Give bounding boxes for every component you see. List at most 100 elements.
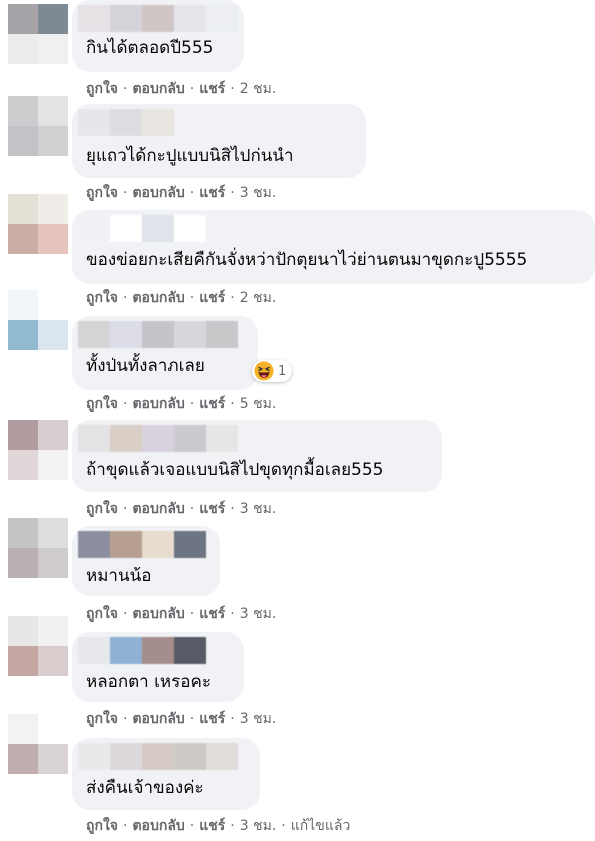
- author-name-pixel: [142, 743, 174, 770]
- avatar[interactable]: [8, 290, 68, 350]
- author-name-blurred[interactable]: [78, 531, 206, 558]
- separator-dot: ·: [230, 606, 235, 622]
- share-button[interactable]: แชร์: [199, 185, 225, 201]
- reply-button[interactable]: ตอบกลับ: [132, 501, 184, 517]
- author-name-pixel: [110, 531, 142, 558]
- author-name-pixel: [78, 743, 110, 770]
- edited-label[interactable]: แก้ไขแล้ว: [291, 818, 351, 834]
- like-button[interactable]: ถูกใจ: [86, 818, 118, 834]
- reply-button[interactable]: ตอบกลับ: [132, 81, 184, 97]
- author-name-pixel: [206, 425, 238, 452]
- author-name-pixel: [110, 743, 142, 770]
- comment-timestamp[interactable]: 3 ชม.: [240, 818, 277, 834]
- avatar-pixel: [8, 714, 38, 744]
- author-name-blurred[interactable]: [78, 425, 238, 452]
- share-button[interactable]: แชร์: [199, 501, 225, 517]
- comment-bubble: กินได้ตลอดปี555: [72, 0, 244, 72]
- reply-button[interactable]: ตอบกลับ: [132, 290, 184, 306]
- share-button[interactable]: แชร์: [199, 606, 225, 622]
- like-button[interactable]: ถูกใจ: [86, 185, 118, 201]
- like-button[interactable]: ถูกใจ: [86, 606, 118, 622]
- author-name-pixel: [142, 531, 174, 558]
- avatar-pixel: [8, 744, 38, 774]
- share-button[interactable]: แชร์: [199, 818, 225, 834]
- author-name-pixel: [78, 109, 110, 136]
- separator-dot: ·: [230, 81, 235, 97]
- avatar[interactable]: [8, 96, 68, 156]
- avatar-pixel: [8, 34, 38, 64]
- separator-dot: ·: [189, 185, 195, 201]
- reply-button[interactable]: ตอบกลับ: [132, 396, 184, 412]
- author-name-pixel: [78, 425, 110, 452]
- comment-timestamp[interactable]: 2 ชม.: [240, 81, 277, 97]
- avatar-pixel: [8, 224, 38, 254]
- author-name-pixel: [78, 5, 110, 32]
- author-name-blurred[interactable]: [78, 109, 174, 136]
- separator-dot: ·: [123, 606, 128, 622]
- comment-timestamp[interactable]: 3 ชม.: [240, 606, 277, 622]
- author-name-pixel: [174, 321, 206, 348]
- like-button[interactable]: ถูกใจ: [86, 81, 118, 97]
- share-button[interactable]: แชร์: [199, 81, 225, 97]
- avatar[interactable]: [8, 4, 68, 64]
- comment-bubble: ทั้งป่นทั้งลาภเลย: [72, 316, 258, 390]
- comment-text: ยุแถวได้กะปูแบบนิสิไปก่นนำ: [86, 146, 294, 166]
- separator-dot: ·: [189, 818, 195, 834]
- avatar[interactable]: [8, 616, 68, 676]
- reply-button[interactable]: ตอบกลับ: [132, 711, 184, 727]
- comment-timestamp[interactable]: 5 ชม.: [240, 396, 277, 412]
- author-name-pixel: [110, 5, 142, 32]
- avatar-pixel: [38, 34, 68, 64]
- author-name-blurred[interactable]: [78, 637, 206, 664]
- avatar[interactable]: [8, 420, 68, 480]
- avatar-pixel: [38, 194, 68, 224]
- avatar-pixel: [8, 646, 38, 676]
- comment-timestamp[interactable]: 3 ชม.: [240, 185, 277, 201]
- author-name-pixel: [206, 743, 238, 770]
- comment-timestamp[interactable]: 3 ชม.: [240, 711, 277, 727]
- share-button[interactable]: แชร์: [199, 396, 225, 412]
- avatar-pixel: [38, 714, 68, 744]
- author-name-pixel: [78, 215, 110, 242]
- author-name-blurred[interactable]: [78, 215, 206, 242]
- like-button[interactable]: ถูกใจ: [86, 711, 118, 727]
- avatar[interactable]: [8, 518, 68, 578]
- author-name-pixel: [142, 215, 174, 242]
- comment-timestamp[interactable]: 2 ชม.: [240, 290, 277, 306]
- separator-dot: ·: [189, 711, 195, 727]
- like-button[interactable]: ถูกใจ: [86, 290, 118, 306]
- author-name-blurred[interactable]: [78, 321, 238, 348]
- comment-timestamp[interactable]: 3 ชม.: [240, 501, 277, 517]
- avatar[interactable]: [8, 714, 68, 774]
- reply-button[interactable]: ตอบกลับ: [132, 185, 184, 201]
- like-button[interactable]: ถูกใจ: [86, 396, 118, 412]
- comment-bubble: ยุแถวได้กะปูแบบนิสิไปก่นนำ: [72, 104, 366, 178]
- comment-bubble: ส่งคืนเจ้าของค่ะ: [72, 738, 260, 810]
- avatar-pixel: [8, 194, 38, 224]
- share-button[interactable]: แชร์: [199, 290, 225, 306]
- like-button[interactable]: ถูกใจ: [86, 501, 118, 517]
- comment-text: ทั้งป่นทั้งลาภเลย: [86, 356, 205, 376]
- avatar[interactable]: [8, 194, 68, 254]
- reply-button[interactable]: ตอบกลับ: [132, 606, 184, 622]
- avatar-pixel: [38, 518, 68, 548]
- comment-bubble: หมานน้อ: [72, 526, 220, 596]
- author-name-pixel: [174, 425, 206, 452]
- author-name-pixel: [206, 321, 238, 348]
- reaction-badge[interactable]: 1: [252, 360, 293, 382]
- comment-text: กินได้ตลอดปี555: [86, 38, 214, 58]
- author-name-pixel: [174, 215, 206, 242]
- separator-dot: ·: [189, 501, 195, 517]
- comment-actions: ถูกใจ · ตอบกลับ · แชร์ · 3 ชม.: [86, 605, 276, 623]
- separator-dot: ·: [230, 711, 235, 727]
- author-name-pixel: [142, 5, 174, 32]
- comment-actions: ถูกใจ · ตอบกลับ · แชร์ · 3 ชม.: [86, 710, 276, 728]
- author-name-pixel: [174, 531, 206, 558]
- avatar-pixel: [38, 616, 68, 646]
- author-name-blurred[interactable]: [78, 743, 238, 770]
- share-button[interactable]: แชร์: [199, 711, 225, 727]
- separator-dot: ·: [189, 290, 195, 306]
- author-name-blurred[interactable]: [78, 5, 238, 32]
- reply-button[interactable]: ตอบกลับ: [132, 818, 184, 834]
- separator-dot: ·: [189, 396, 195, 412]
